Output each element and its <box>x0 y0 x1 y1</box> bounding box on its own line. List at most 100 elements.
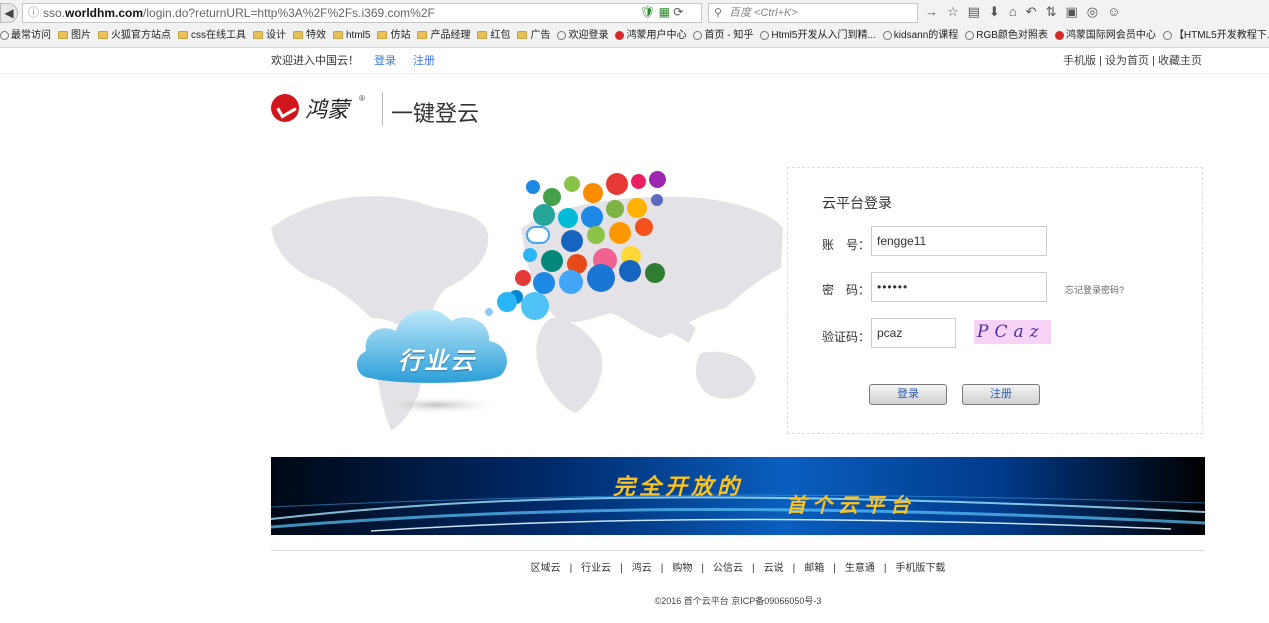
bookmark-item[interactable]: 首页 - 知乎 <box>693 26 753 46</box>
footer-link[interactable]: 云说 <box>764 563 784 574</box>
bookmark-item[interactable]: 火狐官方站点 <box>98 26 171 46</box>
bookmark-label: 鸿蒙用户中心 <box>626 30 687 41</box>
bookmark-item[interactable]: kidsann的课程 <box>882 26 959 46</box>
footer-separator: | <box>883 563 887 574</box>
app-icon <box>649 171 666 188</box>
search-icon: ⚲ <box>714 7 723 19</box>
bookmark-item[interactable]: Html5开发从入门到精... <box>760 26 876 46</box>
bookmark-item[interactable]: RGB颜色对照表 <box>965 26 1048 46</box>
footer-separator: | <box>833 563 836 574</box>
bookmark-label: 欢迎登录 <box>568 30 609 41</box>
app-icon <box>558 208 578 228</box>
globe-icon <box>965 30 975 40</box>
bookmark-label: 最常访问 <box>11 30 51 41</box>
globe-icon <box>882 30 892 40</box>
globe-icon <box>760 30 770 40</box>
app-icon <box>523 248 537 262</box>
back-icon[interactable]: ◀ <box>0 3 18 23</box>
footer-link[interactable]: 手机版下载 <box>895 563 945 574</box>
copyright-text: ©2016 首个云平台 京ICP备09066050号-3 <box>654 596 822 606</box>
bookmark-item[interactable]: 特效 <box>293 26 326 46</box>
bookmark-label: RGB颜色对照表 <box>976 30 1048 41</box>
password-label: 密 码： <box>822 283 871 297</box>
bookmark-item[interactable]: css在线工具 <box>178 26 246 46</box>
app-icon <box>606 200 624 218</box>
footer-separator: | <box>701 563 704 574</box>
bookmark-label: kidsann的课程 <box>893 30 959 41</box>
search-input[interactable]: ⚲ 百度 <Ctrl+K> <box>708 3 918 23</box>
bookmark-item[interactable]: 红包 <box>477 26 510 46</box>
app-icon <box>561 230 583 252</box>
top-register-link[interactable]: 注册 <box>413 48 435 74</box>
chat-bubble-icon <box>526 226 550 244</box>
globe-icon <box>615 30 625 40</box>
forgot-password-link[interactable]: 忘记登录密码? <box>1065 283 1124 296</box>
folder-icon <box>293 31 303 40</box>
bookmark-label: 火狐官方站点 <box>111 30 171 41</box>
app-icon <box>583 183 603 203</box>
app-icon <box>559 270 583 294</box>
bookmark-item[interactable]: 图片 <box>58 26 91 46</box>
account-label: 账 号： <box>822 238 871 252</box>
address-bar[interactable]: ⓘ sso.worldhm.com/login.do?returnURL=htt… <box>22 3 702 23</box>
footer-link[interactable]: 公信云 <box>713 563 743 574</box>
bookmark-label: 广告 <box>530 30 551 41</box>
bookmark-item[interactable]: 【HTML5开发教程下... <box>1162 26 1269 46</box>
footer-link[interactable]: 区域云 <box>531 563 561 574</box>
captcha-image[interactable]: PCaz <box>974 320 1051 344</box>
bookmark-item[interactable]: html5 <box>333 26 370 46</box>
login-button[interactable]: 登录 <box>869 384 947 405</box>
folder-icon <box>58 31 68 40</box>
footer-link[interactable]: 购物 <box>672 563 692 574</box>
bookmark-item[interactable]: 欢迎登录 <box>557 26 608 46</box>
toolbar-icons[interactable]: →☆▤⬇⌂↶⇅▣◎☺ <box>925 4 1129 20</box>
search-placeholder: 百度 <Ctrl+K> <box>729 7 798 19</box>
bookmark-item[interactable]: 广告 <box>517 26 550 46</box>
info-icon[interactable]: ⓘ <box>28 4 39 22</box>
bookmark-item[interactable]: 鸿蒙国际网会员中心 <box>1054 26 1156 46</box>
password-input[interactable]: •••••• <box>871 272 1047 302</box>
bookmark-item[interactable]: 产品经理 <box>417 26 470 46</box>
app-icon <box>609 222 631 244</box>
footer-separator: | <box>752 563 755 574</box>
app-icon <box>619 260 641 282</box>
address-row: ◀ ⓘ sso.worldhm.com/login.do?returnURL=h… <box>0 2 1269 24</box>
cloud-label: 行业云 <box>398 348 476 375</box>
bookmark-label: 设计 <box>266 30 286 41</box>
url-host-prefix: sso. <box>43 6 66 20</box>
top-login-link[interactable]: 登录 <box>374 48 396 74</box>
footer-links: 区域云 | 行业云 | 鸿云 | 购物 | 公信云 | 云说 | 邮箱 | 生意通 | 手机版下载 <box>271 559 1205 574</box>
globe-icon <box>557 30 567 40</box>
bookmark-label: 特效 <box>306 30 326 41</box>
folder-icon <box>477 31 488 40</box>
bookmark-label: 仿站 <box>390 30 411 41</box>
app-icon <box>533 204 555 226</box>
footer-separator: | <box>620 563 623 574</box>
footer-link[interactable]: 邮箱 <box>804 563 824 574</box>
bookmark-label: 产品经理 <box>430 30 471 41</box>
url-host: worldhm.com <box>65 6 144 20</box>
bookmark-item[interactable]: 仿站 <box>377 26 410 46</box>
lock-icon <box>606 173 628 195</box>
top-right-links[interactable]: 手机版 | 设为首页 | 收藏主页 <box>1063 48 1202 74</box>
bookmark-label: 红包 <box>490 30 511 41</box>
welcome-text: 欢迎进入中国云！ <box>271 55 359 67</box>
footer-link[interactable]: 行业云 <box>581 563 611 574</box>
footer-link[interactable]: 鸿云 <box>632 563 652 574</box>
folder-icon <box>333 31 343 40</box>
logo-divider <box>382 92 383 126</box>
bookmark-item[interactable]: 鸿蒙用户中心 <box>615 26 686 46</box>
footer-link[interactable]: 生意通 <box>845 563 875 574</box>
logo-icon <box>271 94 299 122</box>
site-topbar: 欢迎进入中国云！ 登录 注册 手机版 | 设为首页 | 收藏主页 <box>0 48 1269 74</box>
logo-registered-mark: ® <box>359 94 365 103</box>
bookmark-item[interactable]: 设计 <box>253 26 286 46</box>
bookmark-item[interactable]: 最常访问 <box>0 26 51 46</box>
login-panel: 云平台登录 账 号： 密 码： •••••• 忘记登录密码? 验证码： PCaz… <box>787 167 1203 434</box>
captcha-input[interactable] <box>871 318 956 348</box>
browser-toolbar: ◀ ⓘ sso.worldhm.com/login.do?returnURL=h… <box>0 0 1269 48</box>
globe-icon <box>693 30 703 40</box>
account-input[interactable] <box>871 226 1047 256</box>
register-button[interactable]: 注册 <box>962 384 1040 405</box>
shield-qr-reload-icons[interactable]: 🛡 ▦ ⟳ <box>640 3 683 21</box>
